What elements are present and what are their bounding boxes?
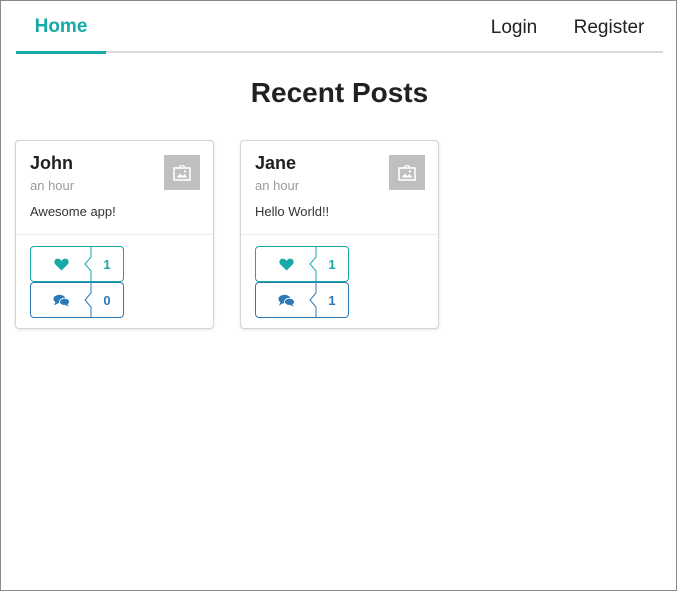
card-divider [241,234,438,235]
like-button[interactable]: 1 [255,246,349,282]
post-time: an hour [30,178,75,193]
nav-register-link[interactable]: Register [567,2,651,53]
comments-icon [53,294,70,306]
card-divider [16,234,213,235]
like-count: 1 [91,246,124,282]
post-text: Awesome app! [30,204,116,219]
image-icon [389,155,425,190]
post-author[interactable]: Jane [255,153,296,174]
app-frame: Home Login Register Recent Posts John an… [0,0,677,591]
page-title: Recent Posts [250,77,429,108]
post-card: John an hour Awesome app! 1 0 [15,140,214,329]
comment-button[interactable]: 0 [30,282,124,318]
post-card: Jane an hour Hello World!! 1 1 [240,140,439,329]
like-count: 1 [316,246,349,282]
comment-count: 1 [316,282,349,318]
post-author[interactable]: John [30,153,73,174]
nav-home-link[interactable]: Home [16,2,106,54]
top-navbar: Home Login Register [16,2,663,54]
comment-button[interactable]: 1 [255,282,349,318]
heart-icon [54,258,69,270]
heart-icon [279,258,294,270]
comments-icon [278,294,295,306]
image-icon [164,155,200,190]
post-text: Hello World!! [255,204,330,219]
like-button[interactable]: 1 [30,246,124,282]
comment-count: 0 [91,282,124,318]
post-time: an hour [255,178,300,193]
nav-login-link[interactable]: Login [479,2,549,53]
